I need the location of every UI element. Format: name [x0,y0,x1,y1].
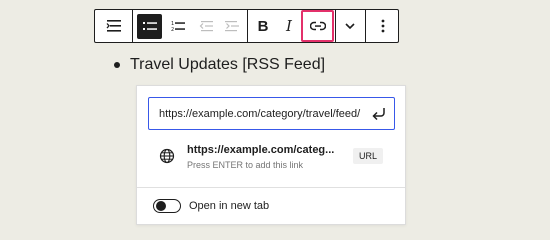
globe-icon [159,148,175,164]
unordered-list-icon [142,22,157,30]
toolbar-separator [365,10,366,42]
bold-button[interactable]: B [250,10,276,42]
toolbar-separator [132,10,133,42]
chevron-down-icon [345,23,355,30]
list-item-text: Travel Updates [RSS Feed] [130,56,326,73]
url-input-value: https://example.com/category/travel/feed… [159,107,361,120]
list-item[interactable]: Travel Updates [RSS Feed] [114,56,325,74]
svg-text:2: 2 [171,27,174,32]
ordered-list-button[interactable]: 1 2 [165,10,190,42]
italic-button[interactable]: I [276,10,302,42]
unordered-list-button[interactable] [137,10,162,42]
suggestion-hint: Press ENTER to add this link [187,160,304,170]
url-type-badge: URL [353,148,384,164]
options-button[interactable] [367,10,398,42]
link-button[interactable] [301,10,334,42]
link-icon [309,21,326,31]
bold-icon: B [257,17,269,35]
indent-icon [224,21,239,32]
align-button[interactable] [99,10,129,42]
toolbar-separator [247,10,248,42]
submit-link-button[interactable] [370,105,388,123]
ordered-list-icon: 1 2 [171,21,185,32]
link-suggestion[interactable]: https://example.com/categ... Press ENTER… [137,139,405,183]
suggestion-title: https://example.com/categ... [187,144,335,156]
new-tab-toggle-label: Open in new tab [189,200,270,212]
url-input[interactable]: https://example.com/category/travel/feed… [148,97,395,130]
block-toolbar: 1 2 B I [94,9,399,43]
new-tab-toggle[interactable] [153,199,181,213]
outdent-button[interactable] [193,10,218,42]
indent-button[interactable] [219,10,244,42]
outdent-icon [199,21,213,32]
toolbar-separator [335,10,336,42]
more-button[interactable] [337,10,363,42]
bullet [114,62,120,68]
link-popover: https://example.com/category/travel/feed… [136,85,406,225]
align-icon [106,20,121,32]
vertical-ellipsis-icon [381,19,384,33]
toggle-knob [156,201,166,211]
italic-icon: I [286,17,292,35]
popover-divider [137,187,405,188]
enter-icon [372,108,385,121]
